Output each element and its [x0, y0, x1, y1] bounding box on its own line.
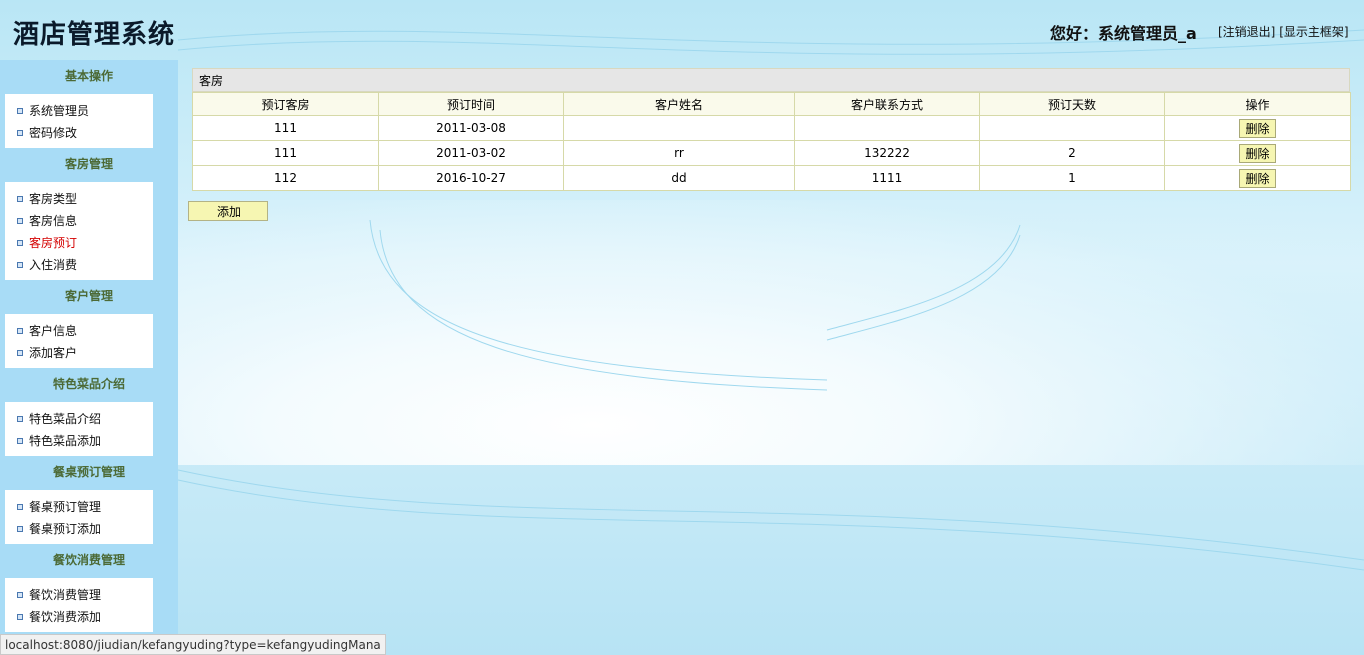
- column-header: 操作: [1164, 92, 1351, 116]
- bullet-icon: [17, 218, 23, 224]
- sidebar-section-list: 特色菜品介绍 特色菜品添加: [5, 402, 153, 456]
- sidebar-item-label: 客房信息: [29, 214, 78, 228]
- cell-contact: 1111: [794, 165, 980, 191]
- sidebar-item[interactable]: 餐饮消费添加: [5, 606, 153, 628]
- cell-contact: [794, 115, 980, 141]
- bullet-icon: [17, 416, 23, 422]
- column-header: 客户联系方式: [794, 92, 980, 116]
- cell-contact: 132222: [794, 140, 980, 166]
- table-header-row: 预订客房 预订时间 客户姓名 客户联系方式 预订天数 操作: [192, 92, 1351, 116]
- cell-days: 2: [979, 140, 1165, 166]
- sidebar-item-label: 餐桌预订管理: [29, 500, 102, 514]
- cell-date: 2016-10-27: [378, 165, 564, 191]
- main-panel: 客房 预订客房 预订时间 客户姓名 客户联系方式 预订天数 操作 111 2011-03-0…: [192, 68, 1351, 191]
- add-button[interactable]: 添加: [188, 201, 268, 221]
- show-main-frame-link[interactable]: [显示主框架]: [1279, 25, 1348, 39]
- column-header: 客户姓名: [563, 92, 795, 116]
- sidebar-item-label: 系统管理员: [29, 104, 90, 118]
- sidebar-section-list: 客户信息 添加客户: [5, 314, 153, 368]
- bullet-icon: [17, 614, 23, 620]
- bullet-icon: [17, 438, 23, 444]
- table-row: 111 2011-03-08 删除: [192, 115, 1351, 141]
- bullet-icon: [17, 130, 23, 136]
- sidebar-item[interactable]: 入住消费: [5, 254, 153, 276]
- app-title: 酒店管理系统: [13, 20, 176, 50]
- column-header: 预订天数: [979, 92, 1165, 116]
- bullet-icon: [17, 240, 23, 246]
- table-row: 112 2016-10-27 dd 1111 1 删除: [192, 165, 1351, 191]
- header-links: [注销退出] [显示主框架]: [1218, 23, 1349, 40]
- user-greeting: 您好：系统管理员_a: [1050, 24, 1197, 43]
- sidebar-section-list: 客房类型客房信息客房预订入住消费: [5, 182, 153, 280]
- sidebar-item[interactable]: 特色菜品添加: [5, 430, 153, 452]
- delete-button[interactable]: 删除: [1239, 143, 1276, 163]
- cell-action: 删除: [1164, 115, 1351, 141]
- cell-name: rr: [563, 140, 795, 166]
- sidebar-item-label: 餐饮消费管理: [29, 588, 102, 602]
- cell-date: 2011-03-08: [378, 115, 564, 141]
- sidebar-item[interactable]: 密码修改: [5, 122, 153, 144]
- cell-room: 111: [192, 115, 379, 141]
- sidebar-item-label: 密码修改: [29, 126, 78, 140]
- sidebar-item[interactable]: 餐饮消费管理: [5, 584, 153, 606]
- sidebar-item[interactable]: 系统管理员: [5, 100, 153, 122]
- column-header: 预订客房: [192, 92, 379, 116]
- cell-days: 1: [979, 165, 1165, 191]
- sidebar-item-label: 客房类型: [29, 192, 78, 206]
- panel-title: 客房: [192, 68, 1350, 92]
- sidebar-section-list: 餐饮消费管理 餐饮消费添加: [5, 578, 153, 632]
- delete-button[interactable]: 删除: [1239, 168, 1276, 188]
- sidebar-item-label: 餐饮消费添加: [29, 610, 102, 624]
- sidebar-section-list: 系统管理员 密码修改: [5, 94, 153, 148]
- bullet-icon: [17, 328, 23, 334]
- cell-room: 112: [192, 165, 379, 191]
- sidebar-section-title: 餐饮消费管理: [52, 553, 125, 567]
- sidebar-section-title: 餐桌预订管理: [52, 465, 125, 479]
- sidebar-item-label: 特色菜品介绍: [29, 412, 102, 426]
- bullet-icon: [17, 504, 23, 510]
- sidebar-item[interactable]: 餐桌预订管理: [5, 496, 153, 518]
- bullet-icon: [17, 592, 23, 598]
- cell-date: 2011-03-02: [378, 140, 564, 166]
- sidebar: 基本操作系统管理员密码修改客房管理客房类型客房信息客房预订入住消费客户管理客户信…: [0, 60, 178, 655]
- cell-name: dd: [563, 165, 795, 191]
- logout-link[interactable]: [注销退出]: [1218, 25, 1275, 39]
- delete-button[interactable]: 删除: [1239, 118, 1276, 138]
- bullet-icon: [17, 196, 23, 202]
- cell-days: [979, 115, 1165, 141]
- bullet-icon: [17, 350, 23, 356]
- sidebar-section-title: 特色菜品介绍: [52, 377, 125, 391]
- sidebar-item[interactable]: 客户信息: [5, 320, 153, 342]
- sidebar-item-label: 客房预订: [29, 236, 78, 250]
- sidebar-item[interactable]: 添加客户: [5, 342, 153, 364]
- sidebar-item-label: 客户信息: [29, 324, 78, 338]
- sidebar-item[interactable]: 餐桌预订添加: [5, 518, 153, 540]
- bullet-icon: [17, 262, 23, 268]
- status-bar-url: localhost:8080/jiudian/kefangyuding?type…: [0, 634, 386, 655]
- bullet-icon: [17, 526, 23, 532]
- sidebar-section-title: 客户管理: [64, 289, 113, 303]
- cell-action: 删除: [1164, 165, 1351, 191]
- sidebar-item-label: 入住消费: [29, 258, 78, 272]
- sidebar-item[interactable]: 客房预订: [5, 232, 153, 254]
- sidebar-section-title: 客房管理: [64, 157, 113, 171]
- cell-name: [563, 115, 795, 141]
- cell-action: 删除: [1164, 140, 1351, 166]
- header: 酒店管理系统 您好：系统管理员_a [注销退出] [显示主框架]: [0, 0, 1364, 60]
- reservation-table: 预订客房 预订时间 客户姓名 客户联系方式 预订天数 操作 111 2011-03-08 删除…: [192, 92, 1351, 191]
- sidebar-section-list: 餐桌预订管理 餐桌预订添加: [5, 490, 153, 544]
- cell-room: 111: [192, 140, 379, 166]
- table-row: 111 2011-03-02 rr 132222 2 删除: [192, 140, 1351, 166]
- column-header: 预订时间: [378, 92, 564, 116]
- sidebar-section-title: 基本操作: [64, 69, 113, 83]
- sidebar-item-label: 添加客户: [29, 346, 78, 360]
- sidebar-item-label: 特色菜品添加: [29, 434, 102, 448]
- bullet-icon: [17, 108, 23, 114]
- sidebar-item[interactable]: 特色菜品介绍: [5, 408, 153, 430]
- sidebar-item[interactable]: 客房类型: [5, 188, 153, 210]
- sidebar-item-label: 餐桌预订添加: [29, 522, 102, 536]
- sidebar-item[interactable]: 客房信息: [5, 210, 153, 232]
